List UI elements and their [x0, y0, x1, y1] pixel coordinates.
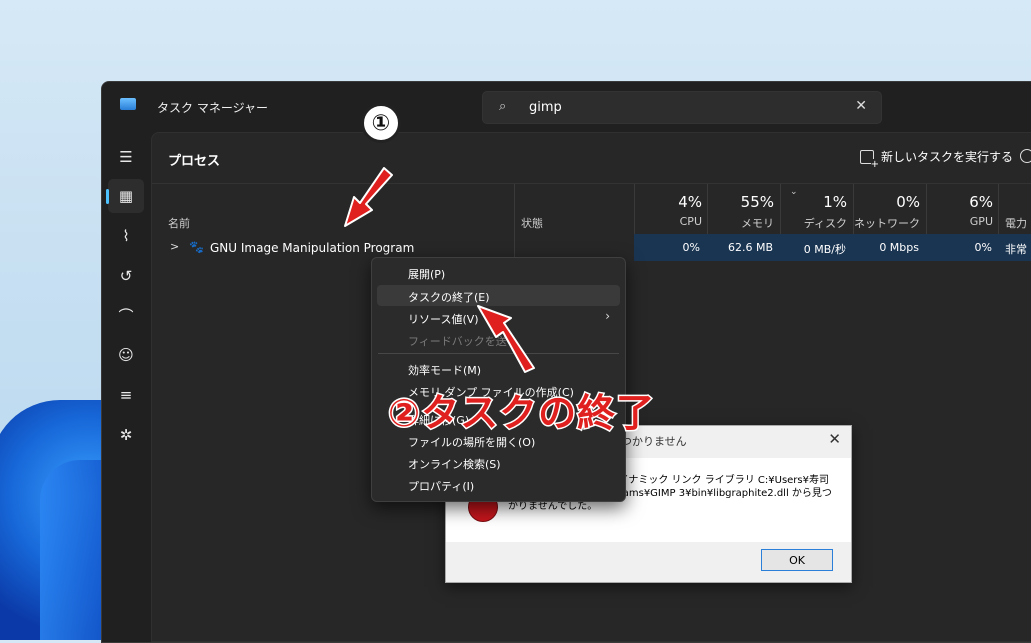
search-icon: ⌕ [499, 99, 507, 114]
network-total[interactable]: 0% [853, 193, 920, 211]
processes-icon: ▦ [118, 187, 134, 205]
menu-item-label: プロパティ(I) [408, 480, 475, 493]
menu-item-efficiency-mode[interactable]: 効率モード(M) [377, 358, 620, 379]
dialog-close-icon[interactable]: ✕ [828, 430, 841, 448]
hamburger-menu-button[interactable]: ☰ [108, 140, 144, 174]
submenu-chevron-icon: › [605, 309, 610, 323]
menu-item-feedback: フィードバックを送 [377, 329, 620, 350]
window-title: タスク マネージャー [157, 101, 268, 115]
menu-item-label: 展開(P) [408, 268, 446, 281]
menu-icon: ☰ [119, 148, 133, 166]
menu-item-search-online[interactable]: オンライン検索(S) [377, 452, 620, 473]
column-header-cpu[interactable]: CPU [634, 215, 702, 228]
page-title: プロセス [168, 154, 221, 169]
app-history-icon: ↺ [119, 267, 133, 285]
title-bar: タスク マネージャー ⌕ gimp ✕ [102, 82, 1031, 132]
process-metrics: 0% 62.6 MB 0 MB/秒 0 Mbps 0% 非常 [634, 234, 1031, 261]
new-task-icon [860, 149, 879, 170]
menu-item-label: リソース値(V) [408, 313, 479, 326]
gpu-total[interactable]: 6% [926, 193, 993, 211]
process-memory: 62.6 MB [727, 241, 773, 254]
cpu-total[interactable]: 4% [634, 193, 702, 211]
sidebar: ☰ ▦ ⌇ ↺ ⌒ ☺ ≡ ✲ [102, 132, 150, 642]
step-1-marker: ① [361, 103, 401, 143]
clear-search-icon[interactable]: ✕ [855, 98, 867, 114]
step-2-caption: ②タスクの終了 [386, 390, 656, 437]
process-cpu: 0% [682, 241, 700, 254]
sidebar-item-processes[interactable]: ▦ [106, 179, 144, 213]
menu-item-label: フィードバックを送 [408, 335, 507, 348]
column-header-gpu[interactable]: GPU [926, 215, 993, 228]
sidebar-item-users[interactable]: ☺ [108, 338, 144, 372]
sidebar-item-details[interactable]: ≡ [108, 378, 144, 412]
task-manager-app-icon [120, 98, 136, 110]
column-header-disk[interactable]: ディスク [780, 215, 847, 231]
run-new-task-button[interactable]: 新しいタスクを実行する [860, 148, 1014, 170]
services-icon: ✲ [119, 426, 133, 444]
sidebar-item-services[interactable]: ✲ [108, 418, 144, 452]
gimp-app-icon: 🐾 [189, 240, 204, 254]
header-divider [152, 183, 1031, 184]
column-header-memory[interactable]: メモリ [707, 215, 774, 231]
process-gpu: 0% [974, 241, 992, 254]
efficiency-mode-icon[interactable] [1020, 149, 1031, 163]
context-menu: 展開(P) タスクの終了(E) リソース値(V) › フィードバックを送 効率モー… [371, 257, 626, 502]
details-icon: ≡ [119, 386, 133, 404]
ok-button[interactable]: OK [761, 549, 833, 571]
users-icon: ☺ [118, 346, 134, 364]
search-input[interactable]: ⌕ gimp ✕ [482, 91, 882, 124]
sidebar-item-app-history[interactable]: ↺ [108, 259, 144, 293]
disk-total[interactable]: 1% [780, 193, 847, 211]
column-header-status[interactable]: 状態 [521, 215, 543, 231]
menu-item-resource-values[interactable]: リソース値(V) › [377, 307, 620, 328]
startup-apps-icon: ⌒ [118, 306, 134, 325]
process-network: 0 Mbps [879, 241, 919, 254]
performance-icon: ⌇ [122, 227, 130, 245]
column-header-network[interactable]: ネットワーク [853, 215, 920, 231]
sidebar-item-performance[interactable]: ⌇ [108, 219, 144, 253]
process-name: GNU Image Manipulation Program [210, 241, 415, 255]
menu-item-end-task[interactable]: タスクの終了(E) [377, 285, 620, 306]
process-disk: 0 MB/秒 [803, 243, 846, 256]
search-value: gimp [529, 100, 562, 115]
run-new-task-label: 新しいタスクを実行する [881, 150, 1014, 164]
menu-item-properties[interactable]: プロパティ(I) [377, 474, 620, 495]
column-header-name[interactable]: 名前 [168, 215, 190, 231]
memory-total[interactable]: 55% [707, 193, 774, 211]
column-header-power[interactable]: 電力 [1005, 215, 1027, 231]
menu-item-label: 効率モード(M) [408, 364, 482, 377]
expand-chevron-icon[interactable]: > [170, 240, 179, 253]
menu-item-label: タスクの終了(E) [408, 291, 490, 304]
sidebar-item-startup-apps[interactable]: ⌒ [108, 298, 144, 332]
process-power: 非常 [1005, 243, 1027, 256]
menu-separator [378, 353, 619, 354]
menu-item-label: オンライン検索(S) [408, 458, 501, 471]
menu-item-expand[interactable]: 展開(P) [377, 262, 620, 283]
